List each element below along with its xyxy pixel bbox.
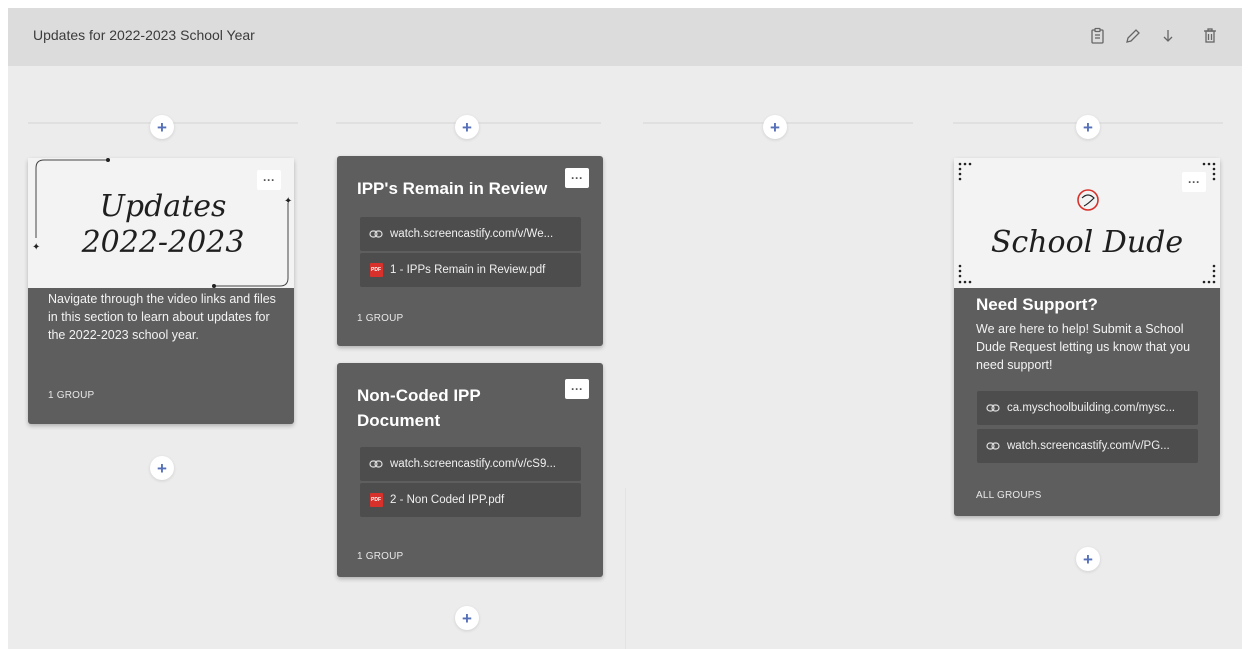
attachment-text: 2 - Non Coded IPP.pdf <box>390 494 505 506</box>
card-group-label: 1 GROUP <box>357 313 404 324</box>
card-group-label: 1 GROUP <box>48 390 95 401</box>
card-title: Non-Coded IPP Document <box>357 386 481 430</box>
card-group-label: ALL GROUPS <box>976 490 1042 501</box>
card-more-button[interactable]: ··· <box>257 170 281 190</box>
pencil-icon[interactable] <box>1123 26 1143 46</box>
decorative-frame <box>958 162 1216 284</box>
column-divider <box>625 488 626 649</box>
image-title-line-2: 2022-2023 <box>81 225 245 260</box>
card-title: Need Support? <box>976 295 1098 314</box>
card-description: We are here to help! Submit a School Dud… <box>976 322 1191 372</box>
add-post-button[interactable]: + <box>150 115 174 139</box>
attachment-text: ca.myschoolbuilding.com/mysc... <box>1007 402 1176 414</box>
link-attachment[interactable]: watch.screencastify.com/v/cS9... <box>360 447 581 481</box>
trash-icon[interactable] <box>1200 26 1220 46</box>
post-image: ✦ ✦ Updates 2022-2023 <box>28 158 294 288</box>
card-more-button[interactable]: ··· <box>565 379 589 399</box>
add-post-button[interactable]: + <box>455 606 479 630</box>
card-more-button[interactable]: ··· <box>565 168 589 188</box>
link-icon <box>369 227 383 241</box>
link-attachment[interactable]: watch.screencastify.com/v/PG... <box>977 429 1198 463</box>
board-header: Updates for 2022-2023 School Year <box>8 8 1242 66</box>
attachment-text: 1 - IPPs Remain in Review.pdf <box>390 264 546 276</box>
link-attachment[interactable]: watch.screencastify.com/v/We... <box>360 217 581 251</box>
link-attachment[interactable]: ca.myschoolbuilding.com/mysc... <box>977 391 1198 425</box>
add-post-button[interactable]: + <box>763 115 787 139</box>
download-arrow-icon[interactable] <box>1158 26 1178 46</box>
pdf-icon: PDF <box>369 263 383 277</box>
link-icon <box>369 457 383 471</box>
add-post-button[interactable]: + <box>1076 115 1100 139</box>
svg-text:✦: ✦ <box>32 242 40 253</box>
card-group-label: 1 GROUP <box>357 551 404 562</box>
post-card[interactable]: ··· School Dude Need Support? We are her… <box>954 158 1220 516</box>
link-icon <box>986 439 1000 453</box>
attachment-text: watch.screencastify.com/v/cS9... <box>390 458 556 470</box>
add-post-button[interactable]: + <box>150 456 174 480</box>
post-card[interactable]: IPP's Remain in Review ··· watch.screenc… <box>337 156 603 346</box>
attachment-text: watch.screencastify.com/v/PG... <box>1007 440 1170 452</box>
attachment-text: watch.screencastify.com/v/We... <box>390 228 554 240</box>
add-post-button[interactable]: + <box>1076 547 1100 571</box>
card-more-button[interactable]: ··· <box>1182 172 1206 192</box>
image-title-line-1: Updates <box>99 189 227 224</box>
post-card[interactable]: Non-Coded IPP Document ··· watch.screenc… <box>337 363 603 577</box>
post-card[interactable]: ✦ ✦ Updates 2022-2023 ··· Navigate throu… <box>28 158 294 424</box>
card-title: IPP's Remain in Review <box>357 179 548 198</box>
post-image: ··· School Dude <box>954 158 1220 288</box>
svg-text:✦: ✦ <box>284 196 292 207</box>
image-brand-text: School Dude <box>990 225 1184 260</box>
link-icon <box>986 401 1000 415</box>
pdf-icon: PDF <box>369 493 383 507</box>
clipboard-icon[interactable] <box>1088 26 1108 46</box>
board-frame: Updates for 2022-2023 School Year + + + … <box>8 8 1242 649</box>
pdf-attachment[interactable]: PDF 1 - IPPs Remain in Review.pdf <box>360 253 581 287</box>
card-description: Navigate through the video links and fil… <box>48 292 276 342</box>
add-post-button[interactable]: + <box>455 115 479 139</box>
pdf-attachment[interactable]: PDF 2 - Non Coded IPP.pdf <box>360 483 581 517</box>
board-title: Updates for 2022-2023 School Year <box>33 27 255 43</box>
